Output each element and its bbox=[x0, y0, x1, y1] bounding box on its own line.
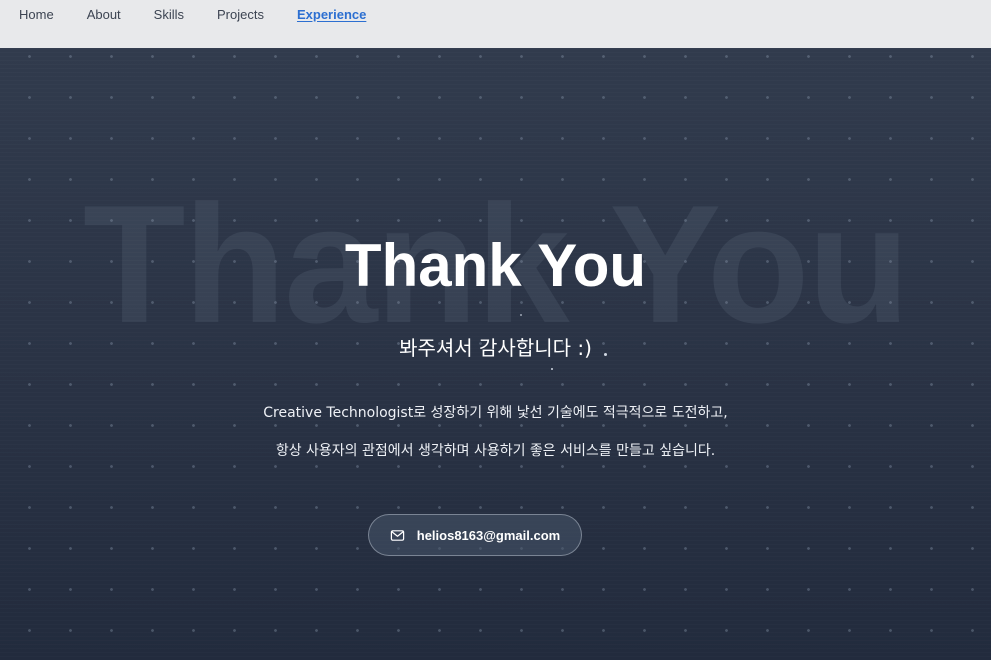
nav-skills[interactable]: Skills bbox=[154, 7, 184, 22]
nav-experience[interactable]: Experience bbox=[297, 7, 366, 22]
sparkle-dot bbox=[520, 314, 522, 316]
sparkle-dot bbox=[551, 368, 553, 370]
nav-home[interactable]: Home bbox=[19, 7, 54, 22]
subtitle: 봐주셔서 감사합니다 :) bbox=[399, 336, 592, 360]
sparkle-dot bbox=[604, 353, 607, 356]
page-title: Thank You bbox=[344, 232, 647, 299]
email-button[interactable]: helios8163@gmail.com bbox=[368, 514, 582, 556]
nav-about[interactable]: About bbox=[87, 7, 121, 22]
email-address: helios8163@gmail.com bbox=[416, 527, 561, 543]
description-line-1: Creative Technologist로 성장하기 위해 낯선 기술에도 적… bbox=[263, 405, 728, 421]
nav-projects[interactable]: Projects bbox=[217, 7, 264, 22]
thank-you-section: Thank You Thank You 봐주셔서 감사합니다 :) Creati… bbox=[0, 48, 991, 660]
top-nav: Home About Skills Projects Experience bbox=[0, 0, 991, 48]
mail-icon bbox=[390, 529, 404, 541]
description-line-2: 항상 사용자의 관점에서 생각하며 사용하기 좋은 서비스를 만들고 싶습니다. bbox=[275, 443, 716, 459]
